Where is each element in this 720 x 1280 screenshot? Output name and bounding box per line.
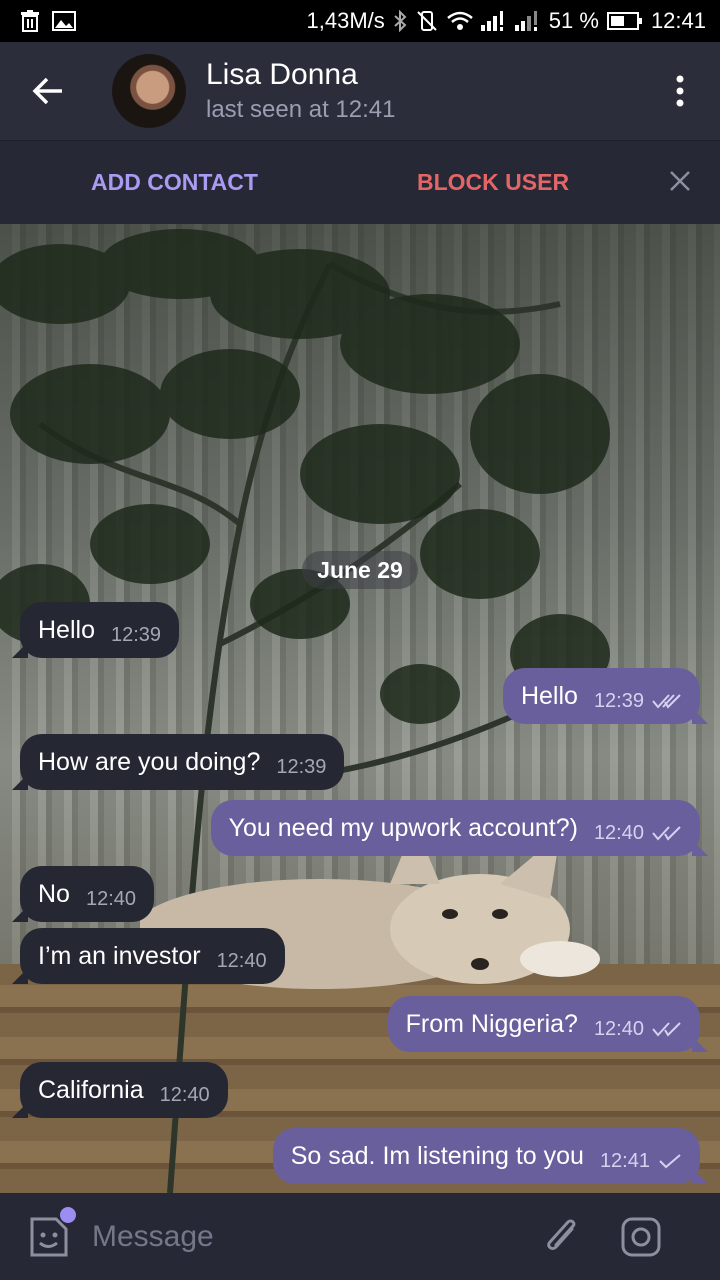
message-text: Hello xyxy=(38,615,95,644)
double-check-icon xyxy=(652,693,682,709)
paperclip-icon xyxy=(547,1218,576,1250)
wifi-icon xyxy=(446,11,473,31)
message-time: 12:39 xyxy=(110,623,162,646)
message-composer xyxy=(0,1193,720,1280)
signal-icon-2 xyxy=(514,11,541,31)
message-time: 12:41 xyxy=(599,1149,650,1172)
block-user-button[interactable]: BLOCK USER xyxy=(417,169,569,196)
contact-info[interactable]: Lisa Donna last seen at 12:41 xyxy=(206,58,395,124)
battery-icon xyxy=(606,11,643,31)
message-time: 12:40 xyxy=(593,821,644,844)
double-check-icon xyxy=(652,825,682,841)
camera-icon xyxy=(621,1217,661,1256)
status-bar: 1,43M/s 51 % 12:41 xyxy=(0,0,720,42)
notification-dot xyxy=(60,1206,76,1223)
close-action-bar-button[interactable] xyxy=(668,169,692,198)
chat-area[interactable]: June 29 Hello 12:39 Hello 12:39 How are … xyxy=(0,224,720,1193)
emoji-button[interactable] xyxy=(26,1206,76,1259)
message-text: Hello xyxy=(520,681,578,710)
chat-header: Lisa Donna last seen at 12:41 xyxy=(0,42,720,140)
message-time: 12:40 xyxy=(216,949,267,972)
message-text: California xyxy=(38,1075,144,1104)
back-button[interactable] xyxy=(0,42,96,140)
message-time: 12:40 xyxy=(593,1017,644,1040)
last-seen: last seen at 12:41 xyxy=(206,96,396,123)
message-outgoing[interactable]: Hello 12:39 xyxy=(502,668,708,724)
message-outgoing[interactable]: So sad. Im listening to you 12:41 xyxy=(272,1128,708,1184)
message-text: No xyxy=(38,879,70,908)
image-icon xyxy=(52,11,76,31)
message-incoming[interactable]: California 12:40 xyxy=(12,1062,228,1118)
contact-name: Lisa Donna xyxy=(206,58,358,91)
message-time: 12:39 xyxy=(593,689,644,712)
attach-button[interactable] xyxy=(542,1215,582,1259)
close-icon xyxy=(670,171,690,191)
contact-action-bar: ADD CONTACT BLOCK USER xyxy=(0,140,720,224)
message-text: From Niggeria? xyxy=(405,1009,578,1038)
message-time: 12:40 xyxy=(159,1083,210,1106)
message-text: I’m an investor xyxy=(38,941,201,970)
message-outgoing[interactable]: You need my upwork account?) 12:40 xyxy=(210,800,708,856)
battery-percent: 51 % xyxy=(548,8,599,33)
camera-button[interactable] xyxy=(620,1216,662,1258)
message-incoming[interactable]: No 12:40 xyxy=(12,866,155,922)
vibrate-off-icon xyxy=(415,10,439,32)
message-text: So sad. Im listening to you xyxy=(290,1141,584,1170)
message-incoming[interactable]: I’m an investor 12:40 xyxy=(12,928,285,984)
bluetooth-icon xyxy=(393,10,407,32)
date-separator: June 29 xyxy=(302,551,418,589)
message-time: 12:39 xyxy=(276,755,327,778)
message-incoming[interactable]: How are you doing? 12:39 xyxy=(12,734,345,790)
double-check-icon xyxy=(652,1021,682,1037)
add-contact-button[interactable]: ADD CONTACT xyxy=(91,169,258,196)
more-options-button[interactable] xyxy=(640,42,720,140)
avatar[interactable] xyxy=(112,54,186,128)
message-time: 12:40 xyxy=(85,887,137,910)
check-icon xyxy=(658,1153,682,1169)
clock: 12:41 xyxy=(650,8,706,33)
message-text: How are you doing? xyxy=(38,747,261,776)
trash-icon xyxy=(20,10,40,32)
message-input[interactable] xyxy=(92,1219,532,1254)
arrow-left-icon xyxy=(32,77,62,105)
signal-icon xyxy=(480,11,507,31)
network-speed: 1,43M/s xyxy=(306,8,385,33)
message-text: You need my upwork account?) xyxy=(228,813,578,842)
message-outgoing[interactable]: From Niggeria? 12:40 xyxy=(387,996,708,1052)
more-vertical-icon xyxy=(676,75,684,107)
message-incoming[interactable]: Hello 12:39 xyxy=(12,602,180,658)
